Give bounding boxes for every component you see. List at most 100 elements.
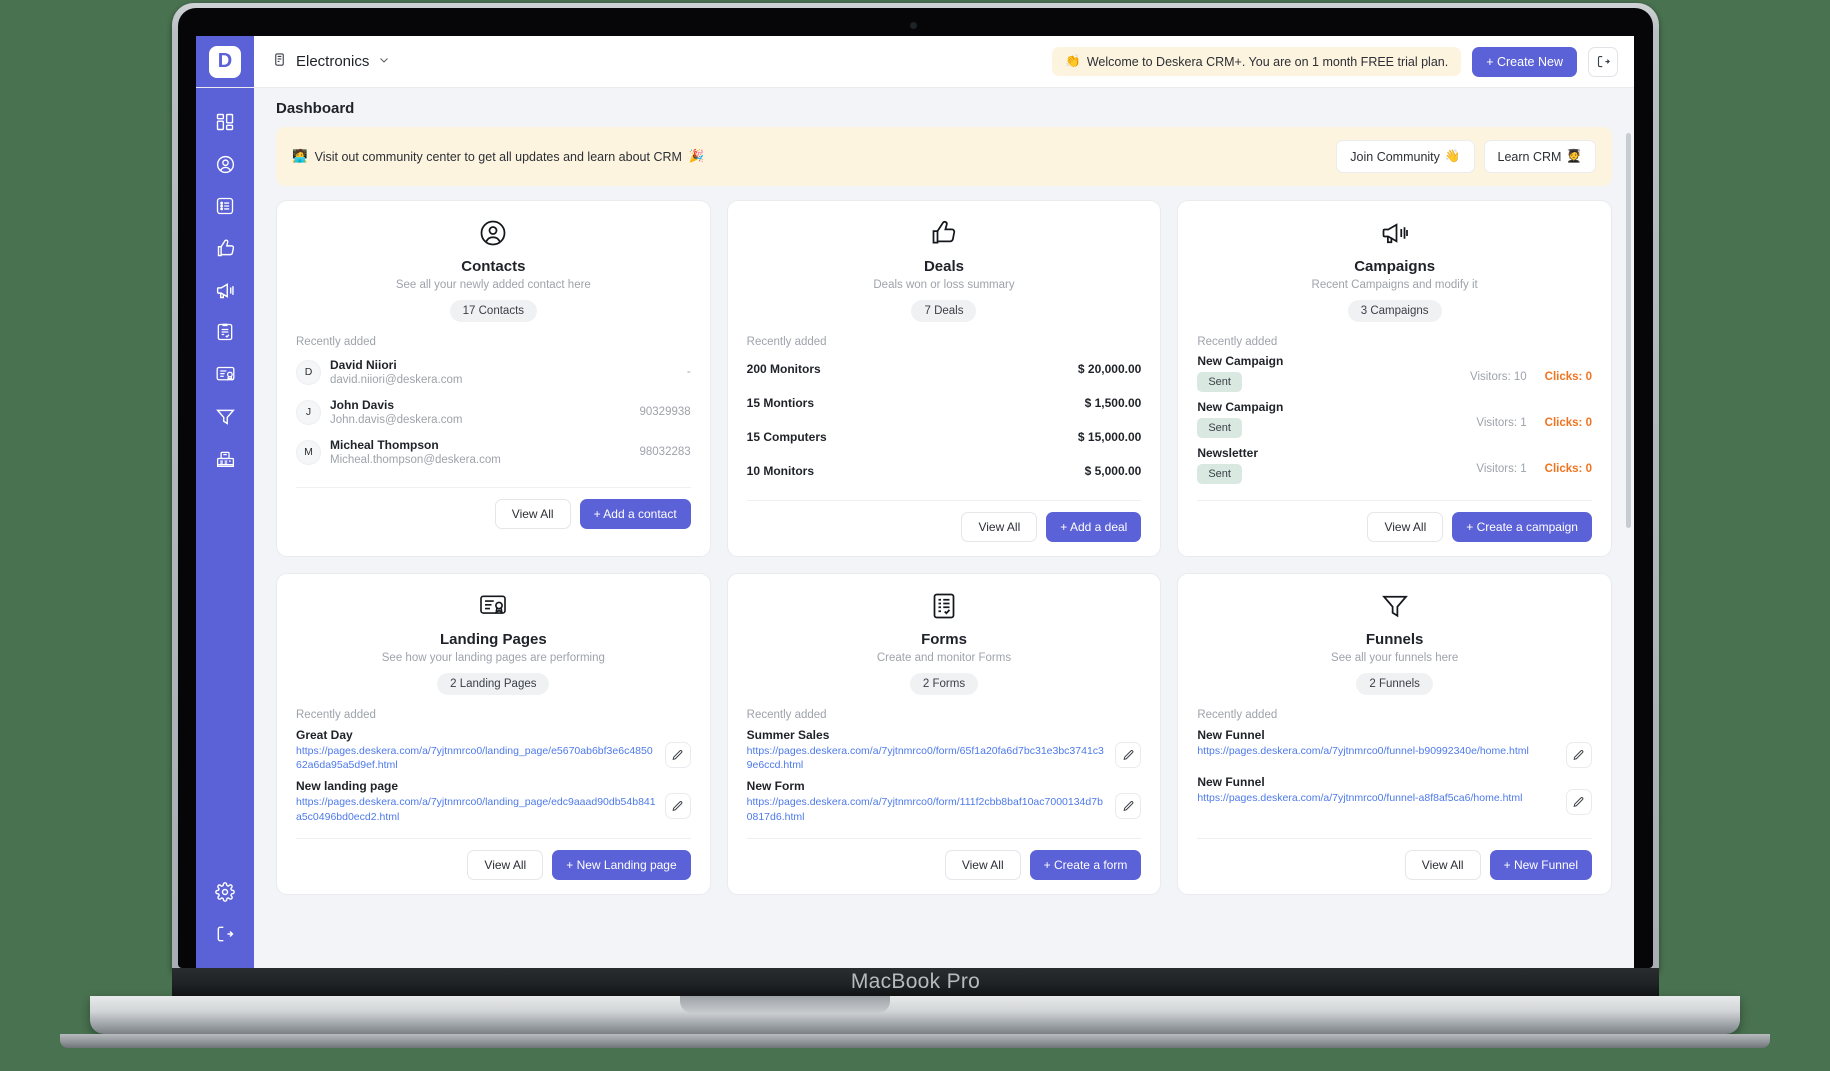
sidebar-item-pos[interactable] [205,438,245,478]
table-row[interactable]: D David Niiori david.niiori@deskera.com … [296,352,691,392]
community-banner: 🧑‍💻 Visit out community center to get al… [276,127,1612,186]
contacts-count-badge: 17 Contacts [449,300,538,322]
list-item[interactable]: New Funnel https://pages.deskera.com/a/7… [1197,772,1592,819]
sidebar-item-activities[interactable] [205,186,245,226]
list-item[interactable]: Great Day https://pages.deskera.com/a/7y… [296,725,691,776]
deal-name: 200 Monitors [746,362,821,376]
landing-pages-card-header: Landing Pages See how your landing pages… [296,591,691,695]
table-row[interactable]: M Micheal Thompson Micheal.thompson@desk… [296,432,691,472]
campaign-visitors: Visitors: 1 [1476,417,1527,429]
table-row[interactable]: 200 Monitors $ 20,000.00 [747,352,1142,386]
list-item[interactable]: Summer Sales https://pages.deskera.com/a… [747,725,1142,776]
landing-page-url[interactable]: https://pages.deskera.com/a/7yjtnmrco0/l… [296,795,656,823]
sidebar-item-settings[interactable] [205,872,245,912]
forms-list: Summer Sales https://pages.deskera.com/a… [747,725,1142,828]
certificate-icon [478,591,508,626]
deal-name: 10 Monitors [746,464,814,478]
funnel-icon [1380,591,1410,626]
sidebar-item-campaigns[interactable] [205,270,245,310]
org-name[interactable]: Electronics [296,53,369,70]
landing-page-url[interactable]: https://pages.deskera.com/a/7yjtnmrco0/l… [296,744,656,772]
sidebar-item-funnels[interactable] [205,396,245,436]
edit-icon[interactable] [664,793,691,820]
contacts-recent-label: Recently added [296,336,376,348]
list-item[interactable]: New Funnel https://pages.deskera.com/a/7… [1197,725,1592,772]
sidebar-item-logout[interactable] [205,914,245,954]
edit-icon[interactable] [664,742,691,768]
table-row[interactable]: 15 Computers $ 15,000.00 [747,420,1142,454]
landing-pages-view-all-button[interactable]: View All [467,849,544,880]
sidebar-item-forms[interactable] [205,312,245,352]
deal-amount: $ 15,000.00 [1077,430,1142,444]
clipboard-icon [929,591,959,626]
table-row[interactable]: 15 Montiors $ 1,500.00 [747,386,1142,420]
table-row[interactable]: 10 Monitors $ 5,000.00 [747,454,1142,488]
table-row[interactable]: Newsletter Sent Visitors: 1 Clicks: 0 [1197,444,1592,490]
funnels-count-badge: 2 Funnels [1356,673,1433,695]
device-label: MacBook Pro [850,970,981,993]
campaigns-view-all-button[interactable]: View All [1367,512,1444,542]
add-deal-button[interactable]: + Add a deal [1046,512,1142,542]
form-name: New Form [746,779,805,794]
new-funnel-button[interactable]: + New Funnel [1489,849,1592,880]
contacts-view-all-button[interactable]: View All [494,499,571,529]
deal-name: 15 Montiors [746,396,814,410]
laptop-notch-cut [680,996,890,1013]
topbar-right: 👏 Welcome to Deskera CRM+. You are on 1 … [1052,36,1634,87]
contact-phone: 90329938 [639,406,691,418]
laptop-foot [60,1034,1770,1048]
funnels-view-all-button[interactable]: View All [1404,849,1481,880]
join-community-button[interactable]: Join Community 👋 [1336,140,1475,173]
edit-icon[interactable] [1565,789,1592,815]
top-bar: D Electronics 👏 Welcome to Deskera CRM+.… [196,36,1634,88]
logout-top-button[interactable] [1588,46,1618,77]
table-row[interactable]: J John Davis John.davis@deskera.com 9032… [296,392,691,432]
sidebar-item-dashboard[interactable] [205,102,245,142]
add-contact-button[interactable]: + Add a contact [579,499,691,529]
learn-crm-button[interactable]: Learn CRM 🧑‍🎓 [1483,140,1596,173]
sidebar-item-landing-pages[interactable] [205,354,245,394]
building-icon [272,52,287,72]
table-row[interactable]: J Jenny Lee Jenny.lee@deskera.com 973838… [296,472,691,477]
funnels-card-header: Funnels See all your funnels here 2 Funn… [1197,591,1592,695]
laptop-base: MacBook Pro [172,968,1659,996]
forms-view-all-button[interactable]: View All [944,849,1021,880]
thumbs-up-icon [929,218,959,253]
create-new-button[interactable]: + Create New [1472,46,1577,77]
community-banner-actions: Join Community 👋 Learn CRM 🧑‍🎓 [1336,140,1596,173]
deals-view-all-button[interactable]: View All [961,512,1038,542]
landing-pages-list: Great Day https://pages.deskera.com/a/7y… [296,725,691,828]
deals-card-subtitle: Deals won or loss summary [873,279,1015,291]
list-item[interactable]: New Form https://pages.deskera.com/a/7yj… [747,776,1142,827]
form-url[interactable]: https://pages.deskera.com/a/7yjtnmrco0/f… [747,744,1107,772]
create-form-button[interactable]: + Create a form [1029,849,1142,880]
new-landing-page-button[interactable]: + New Landing page [552,849,691,880]
deals-recent-label: Recently added [746,336,827,348]
funnel-url[interactable]: https://pages.deskera.com/a/7yjtnmrco0/f… [1197,791,1557,805]
campaigns-card-subtitle: Recent Campaigns and modify it [1311,279,1478,291]
campaigns-card-header: Campaigns Recent Campaigns and modify it… [1197,218,1592,322]
list-item[interactable]: New landing page https://pages.deskera.c… [296,776,691,827]
sidebar-item-deals[interactable] [205,228,245,268]
avatar: M [296,439,321,465]
deskera-logo[interactable]: D [209,45,241,78]
sidebar-item-contacts[interactable] [205,144,245,184]
campaign-name: Newsletter [1197,446,1259,460]
table-row[interactable]: New Campaign Sent Visitors: 1 Clicks: 0 [1197,398,1592,444]
vertical-scrollbar[interactable] [1626,133,1631,528]
campaign-stats: Visitors: 1 Clicks: 0 [1476,446,1592,475]
form-url[interactable]: https://pages.deskera.com/a/7yjtnmrco0/f… [747,795,1107,823]
edit-icon[interactable] [1115,793,1142,820]
forms-recent-label: Recently added [746,709,827,721]
edit-icon[interactable] [1115,742,1142,768]
funnels-card-subtitle: See all your funnels here [1331,652,1459,664]
person-computer-emoji-icon: 🧑‍💻 [292,149,308,163]
deals-card-header: Deals Deals won or loss summary 7 Deals [747,218,1142,322]
edit-icon[interactable] [1565,742,1592,768]
contact-name: Micheal Thompson [330,438,439,452]
create-campaign-button[interactable]: + Create a campaign [1452,512,1592,542]
landing-page-name: New landing page [296,779,399,794]
table-row[interactable]: New Campaign Sent Visitors: 10 Clicks: 0 [1197,352,1592,398]
chevron-down-icon[interactable] [378,54,390,69]
funnel-url[interactable]: https://pages.deskera.com/a/7yjtnmrco0/f… [1197,744,1557,758]
